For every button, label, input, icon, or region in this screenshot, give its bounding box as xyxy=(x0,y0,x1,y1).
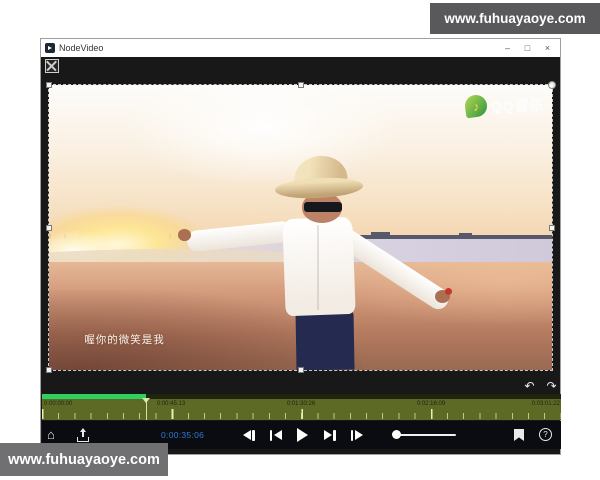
skip-start-button[interactable] xyxy=(268,427,283,443)
slider-knob[interactable] xyxy=(392,430,401,439)
slider-track xyxy=(396,434,456,436)
current-time: 0:00:35:06 xyxy=(161,430,204,440)
maximize-button[interactable]: □ xyxy=(523,39,532,57)
timeline-major-ticks xyxy=(42,409,561,419)
app-icon xyxy=(45,43,55,53)
help-button[interactable]: ? xyxy=(539,428,552,441)
music-note-icon: ♪ xyxy=(463,94,488,119)
rotate-handle[interactable] xyxy=(548,81,556,89)
timeline-timestamp: 0:00:45:13 xyxy=(157,401,185,407)
timeline-progress-fill xyxy=(42,394,146,399)
selection-handle-middle-left[interactable] xyxy=(46,225,52,231)
minimize-button[interactable]: – xyxy=(503,39,512,57)
history-controls: ↶ ↷ xyxy=(523,379,558,393)
bookmark-icon[interactable] xyxy=(514,429,524,441)
deselect-icon[interactable] xyxy=(45,59,59,73)
window-controls: – □ × xyxy=(503,39,552,57)
home-button[interactable]: ⌂ xyxy=(47,428,55,441)
play-button[interactable] xyxy=(295,427,310,443)
video-canvas[interactable]: ♪ QQ音乐 喔你的微笑是我 xyxy=(49,85,552,370)
prev-frame-button[interactable] xyxy=(241,427,256,443)
timeline-timestamp: 0:03:01:22 xyxy=(532,401,560,407)
video-preview: ♪ QQ音乐 喔你的微笑是我 xyxy=(49,85,552,370)
titlebar: NodeVideo – □ × xyxy=(41,39,560,57)
selection-handle-bottom-center[interactable] xyxy=(298,367,304,373)
editor-area: ♪ QQ音乐 喔你的微笑是我 ↶ ↷ 0: xyxy=(41,57,560,454)
boy-pants xyxy=(296,310,355,370)
undo-icon[interactable]: ↶ xyxy=(523,379,536,393)
timeline-timestamp: 0:01:30:26 xyxy=(287,401,315,407)
shirt-placket xyxy=(317,225,319,311)
selection-handle-middle-right[interactable] xyxy=(549,225,555,231)
boy-left-hand xyxy=(178,229,192,241)
playhead-line xyxy=(146,399,147,420)
timeline-timestamp: 0:02:16:09 xyxy=(417,401,445,407)
window-title: NodeVideo xyxy=(59,43,103,53)
app-window: NodeVideo – □ × xyxy=(40,38,561,455)
skip-end-button[interactable] xyxy=(322,427,337,443)
watermark-top: www.fuhuayaoye.com xyxy=(430,3,600,34)
export-icon[interactable] xyxy=(76,428,90,442)
boy-sunglasses xyxy=(304,202,342,211)
subtitle-text: 喔你的微笑是我 xyxy=(84,332,165,347)
qq-music-logo: ♪ QQ音乐 xyxy=(465,95,545,117)
playback-controls xyxy=(241,421,364,449)
selection-handle-top-center[interactable] xyxy=(298,82,304,88)
selection-handle-bottom-left[interactable] xyxy=(46,367,52,373)
timeline-timestamp: 0:00:00:00 xyxy=(44,401,72,407)
timeline-progress-track xyxy=(42,394,561,399)
close-button[interactable]: × xyxy=(543,39,552,57)
preview-zoom-slider[interactable] xyxy=(392,430,456,440)
boy-shirt xyxy=(283,216,357,315)
logo-text: QQ音乐 xyxy=(491,95,545,116)
redo-icon[interactable]: ↷ xyxy=(545,379,558,393)
timeline[interactable]: 0:00:00:00 0:00:45:13 0:01:30:26 0:02:16… xyxy=(42,394,561,420)
watermark-bottom: www.fuhuayaoye.com xyxy=(0,443,168,476)
sky-glow xyxy=(124,85,401,188)
selection-handle-top-left[interactable] xyxy=(46,82,52,88)
next-frame-button[interactable] xyxy=(349,427,364,443)
